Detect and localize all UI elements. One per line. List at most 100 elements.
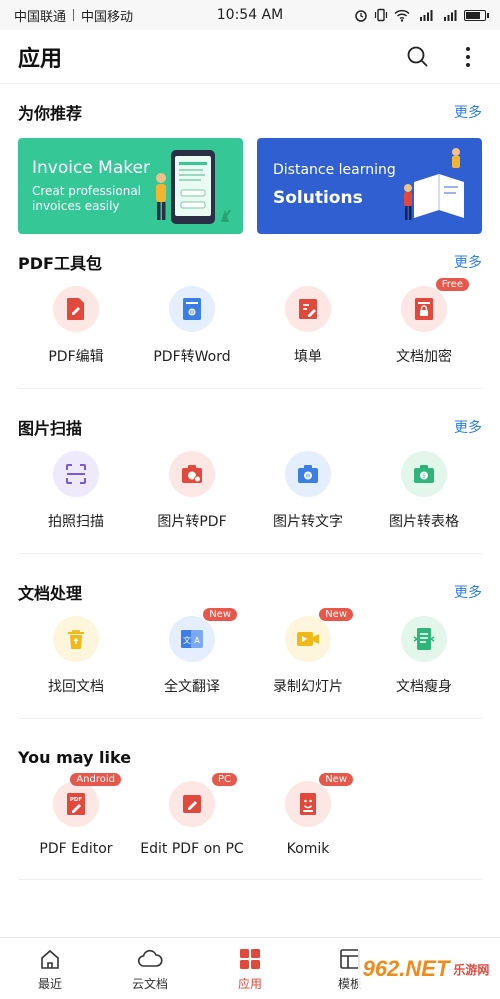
tool-label: 录制幻灯片 <box>273 679 343 695</box>
svg-text:PDF: PDF <box>70 797 83 803</box>
image-to-pdf-icon <box>182 465 202 483</box>
banner-subtitle: Creat professional invoices easily <box>32 184 142 213</box>
app-pdf-editor[interactable]: PDF Android PDF Editor <box>18 773 134 857</box>
edit-pdf-pc-icon <box>183 795 201 813</box>
tool-label: 全文翻译 <box>164 679 220 695</box>
carrier-2: 中国移动 <box>81 9 134 25</box>
main-content[interactable]: 为你推荐 更多 Invoice Maker Creat professional… <box>0 84 500 937</box>
tool-label: PDF编辑 <box>48 349 104 365</box>
nav-recent[interactable]: 最近 <box>0 938 100 999</box>
nav-label: 云文档 <box>131 976 168 991</box>
tool-recover-doc[interactable]: 找回文档 <box>18 616 134 696</box>
tool-icon-bg: PC <box>169 773 237 827</box>
svg-text:S: S <box>422 474 425 480</box>
status-bar: 中国联通 中国移动 10:54 AM <box>0 0 500 30</box>
tool-doc-encrypt[interactable]: Free 文档加密 <box>366 278 482 366</box>
distance-learning-banner[interactable]: Distance learning Solutions <box>257 138 482 234</box>
alarm-icon <box>354 8 368 22</box>
tool-pdf-edit[interactable]: PDF编辑 <box>18 286 134 366</box>
vibrate-icon <box>374 8 388 22</box>
tool-label: Komik <box>286 841 330 857</box>
svg-text:A: A <box>194 636 200 645</box>
more-options-button[interactable] <box>454 43 482 71</box>
tool-label: 图片转表格 <box>389 514 459 530</box>
tool-fill-form[interactable]: 填单 <box>250 286 366 366</box>
svg-text:W: W <box>306 474 311 480</box>
more-link-scan[interactable]: 更多 <box>454 417 482 437</box>
new-badge: New <box>319 773 353 786</box>
komik-app-icon <box>300 793 316 815</box>
you-may-like-section: You may like PDF Android PDF Editor PC E… <box>0 719 500 857</box>
tool-label: 文档瘦身 <box>396 679 452 695</box>
tool-label: 找回文档 <box>48 679 104 695</box>
fill-form-icon <box>299 299 317 319</box>
home-icon <box>39 946 61 972</box>
tool-image-to-text[interactable]: W 图片转文字 <box>250 451 366 531</box>
tool-doc-slim[interactable]: 文档瘦身 <box>366 616 482 696</box>
tool-image-to-pdf[interactable]: 图片转PDF <box>134 451 250 531</box>
image-to-text-icon: W <box>298 465 318 483</box>
pdf-edit-icon <box>67 298 84 320</box>
nav-label: 最近 <box>37 976 62 991</box>
tool-icon-bg: New <box>285 608 353 662</box>
tool-image-to-table[interactable]: S 图片转表格 <box>366 451 482 531</box>
tool-label: 拍照扫描 <box>48 514 104 530</box>
pdf-editor-app-icon: PDF <box>67 793 85 815</box>
doc-slim-icon <box>413 628 435 650</box>
image-scan-section: 图片扫描 更多 拍照扫描 图片转PDF W 图片转文字 S 图片转表格 <box>0 389 500 531</box>
nav-apps[interactable]: 应用 <box>200 938 300 999</box>
watermark-subtext: 乐游网 <box>453 962 490 977</box>
tool-label: PDF Editor <box>39 841 113 857</box>
tool-icon-bg: Free <box>401 278 469 332</box>
android-badge: Android <box>70 773 121 786</box>
svg-text:W: W <box>190 310 195 316</box>
nav-label: 应用 <box>237 976 262 991</box>
new-badge: New <box>203 608 237 621</box>
more-vertical-icon <box>466 46 470 67</box>
translate-icon: 文A <box>181 630 203 648</box>
signal-sim2-icon <box>440 9 458 21</box>
section-title: 图片扫描 <box>18 419 83 438</box>
section-divider <box>18 879 482 880</box>
tool-photo-scan[interactable]: 拍照扫描 <box>18 451 134 531</box>
search-button[interactable] <box>404 43 432 71</box>
app-komik[interactable]: New Komik <box>250 773 366 857</box>
pdf-tools-section: PDF工具包 更多 PDF编辑 W PDF转Word 填单 Free 文档加密 <box>0 234 500 366</box>
page-title: 应用 <box>18 46 63 72</box>
more-link-recommend[interactable]: 更多 <box>454 102 482 122</box>
photo-scan-icon <box>66 464 86 484</box>
signal-sim1-icon <box>416 9 434 21</box>
banner-subtitle: Solutions <box>273 188 363 208</box>
tool-icon-bg: S <box>401 451 447 497</box>
tool-icon-bg: 文A New <box>169 608 237 662</box>
image-to-table-icon: S <box>414 465 434 483</box>
tool-icon-bg <box>285 286 331 332</box>
tool-label: 图片转文字 <box>273 514 343 530</box>
banner-title: Invoice Maker <box>32 158 150 178</box>
tool-record-slides[interactable]: New 录制幻灯片 <box>250 608 366 696</box>
tool-icon-bg: PDF Android <box>53 773 121 827</box>
tool-full-translate[interactable]: 文A New 全文翻译 <box>134 608 250 696</box>
nav-cloud-docs[interactable]: 云文档 <box>100 938 200 999</box>
video-camera-icon <box>297 632 319 646</box>
tool-icon-bg: W <box>169 286 215 332</box>
app-bar: 应用 <box>0 30 500 84</box>
watermark-logo: 962.NET <box>362 956 450 981</box>
tool-pdf-to-word[interactable]: W PDF转Word <box>134 286 250 366</box>
doc-process-section: 文档处理 更多 找回文档 文A New 全文翻译 New 录制幻灯片 文档瘦身 <box>0 554 500 696</box>
battery-icon <box>463 9 489 21</box>
tool-label: 文档加密 <box>396 349 452 365</box>
carrier-info: 中国联通 中国移动 <box>14 6 171 25</box>
carrier-1: 中国联通 <box>14 9 67 25</box>
app-edit-pdf-on-pc[interactable]: PC Edit PDF on PC <box>134 773 250 857</box>
learning-illustration-icon <box>404 148 464 220</box>
clock: 10:54 AM <box>216 7 284 23</box>
more-link-doc-process[interactable]: 更多 <box>454 582 482 602</box>
search-icon <box>407 46 428 66</box>
tool-icon-bg <box>169 451 215 497</box>
tool-label: Edit PDF on PC <box>140 841 244 857</box>
more-link-pdf-tools[interactable]: 更多 <box>454 252 482 272</box>
system-icons <box>329 8 489 22</box>
invoice-maker-banner[interactable]: Invoice Maker Creat professional invoice… <box>18 138 243 234</box>
doc-encrypt-icon <box>415 298 433 320</box>
